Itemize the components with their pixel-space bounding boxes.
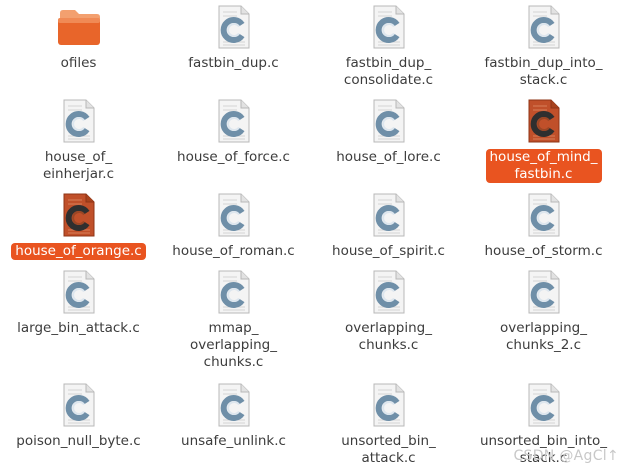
file-name-label: ofiles [60,55,97,71]
c-source-file-icon [55,381,103,429]
file-name-label: house_of_lore.c [336,149,441,165]
c-source-file-icon [210,268,258,316]
file-item-house-of-roman[interactable]: house_of_roman.c [156,191,311,260]
c-source-file-icon [365,191,413,239]
c-source-file-icon [520,268,568,316]
file-item-overlapping-chunks[interactable]: overlapping_ chunks.c [311,268,466,354]
file-name-label: house_of_mind_ fastbin.c [485,149,602,183]
file-name-label: overlapping_ chunks.c [345,320,432,353]
file-name-label: mmap_ overlapping_ chunks.c [190,320,277,370]
file-name-label: fastbin_dup_ consolidate.c [343,55,434,88]
file-item-overlapping-chunks-2[interactable]: overlapping_ chunks_2.c [466,268,621,354]
file-item-fastbin-dup[interactable]: fastbin_dup.c [156,3,311,72]
file-item-fastbin-dup-consolidate[interactable]: fastbin_dup_ consolidate.c [311,3,466,89]
c-source-file-icon [210,3,258,51]
file-name-label: house_of_roman.c [172,243,295,259]
c-source-file-icon [520,97,568,145]
file-item-unsorted-bin-attack[interactable]: unsorted_bin_ attack.c [311,381,466,467]
file-name-label: fastbin_dup_into_ stack.c [484,55,603,88]
file-item-house-of-lore[interactable]: house_of_lore.c [311,97,466,166]
file-name-label: unsafe_unlink.c [181,433,286,449]
file-name-label: fastbin_dup.c [188,55,279,71]
file-name-label: unsorted_bin_ attack.c [341,433,436,466]
file-item-poison-null-byte[interactable]: poison_null_byte.c [1,381,156,450]
c-source-file-icon [55,97,103,145]
c-source-file-icon [365,97,413,145]
c-source-file-icon [520,381,568,429]
folder-icon [55,3,103,51]
c-source-file-icon [210,381,258,429]
file-item-house-of-orange[interactable]: house_of_orange.c [1,191,156,260]
file-name-label: overlapping_ chunks_2.c [500,320,587,353]
file-name-label: house_of_ einherjar.c [42,149,115,182]
c-source-file-icon [520,191,568,239]
c-source-file-icon [55,191,103,239]
watermark-text: CSDN @AgCl↑ [513,448,619,464]
c-source-file-icon [365,268,413,316]
file-name-label: house_of_spirit.c [332,243,445,259]
c-source-file-icon [520,3,568,51]
file-item-fastbin-dup-into-stack[interactable]: fastbin_dup_into_ stack.c [466,3,621,89]
c-source-file-icon [210,97,258,145]
file-name-label: house_of_force.c [177,149,290,165]
c-source-file-icon [365,3,413,51]
file-item-house-of-spirit[interactable]: house_of_spirit.c [311,191,466,260]
folder-item-ofiles[interactable]: ofiles [1,3,156,72]
file-name-label: house_of_storm.c [484,243,603,259]
file-name-label: large_bin_attack.c [17,320,140,336]
file-item-mmap-overlapping-chunks[interactable]: mmap_ overlapping_ chunks.c [156,268,311,371]
file-item-house-of-storm[interactable]: house_of_storm.c [466,191,621,260]
c-source-file-icon [365,381,413,429]
file-item-unsafe-unlink[interactable]: unsafe_unlink.c [156,381,311,450]
c-source-file-icon [55,268,103,316]
file-name-label: poison_null_byte.c [16,433,141,449]
file-grid: ofiles fastbin_dup.c fastbin_dup_ consol… [0,0,627,470]
file-name-label: house_of_orange.c [11,243,146,260]
file-item-house-of-einherjar[interactable]: house_of_ einherjar.c [1,97,156,183]
file-item-house-of-force[interactable]: house_of_force.c [156,97,311,166]
file-item-house-of-mind-fastbin[interactable]: house_of_mind_ fastbin.c [466,97,621,183]
c-source-file-icon [210,191,258,239]
file-item-large-bin-attack[interactable]: large_bin_attack.c [1,268,156,337]
